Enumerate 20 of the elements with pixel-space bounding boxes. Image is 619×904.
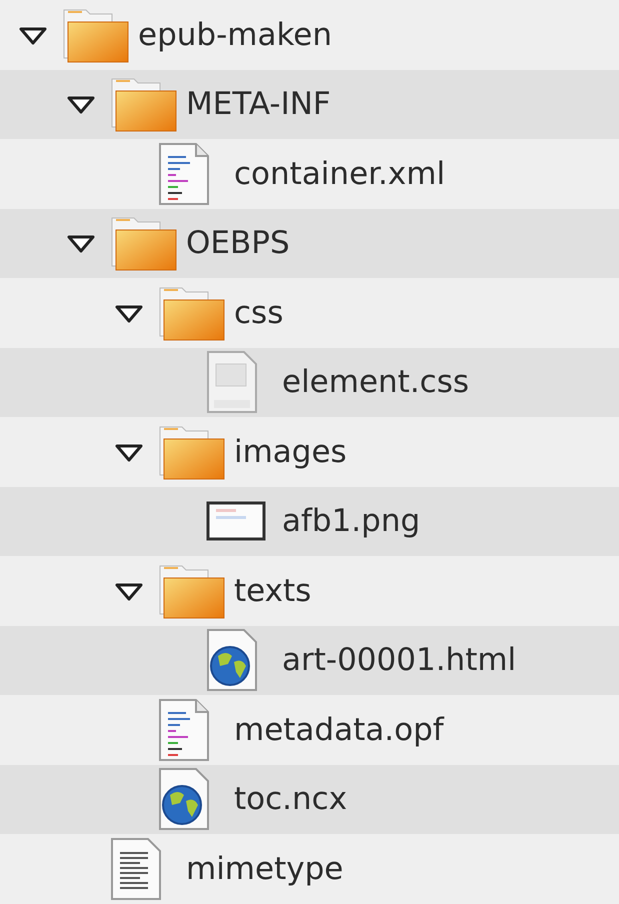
globe-file-icon [158, 767, 210, 832]
item-name[interactable]: toc.ncx [234, 781, 348, 818]
item-name[interactable]: OEBPS [186, 225, 290, 262]
image-file-icon [206, 499, 266, 544]
item-name[interactable]: art-00001.html [282, 642, 516, 678]
item-name[interactable]: texts [234, 572, 312, 609]
code-file-icon [158, 142, 210, 206]
item-name[interactable]: epub-maken [138, 16, 332, 53]
item-name[interactable]: element.css [282, 364, 470, 400]
item-name[interactable]: metadata.opf [234, 712, 444, 748]
stylesheet-file-icon [206, 350, 258, 414]
text-file-icon [110, 836, 162, 901]
item-name[interactable]: afb1.png [282, 503, 420, 540]
item-name[interactable]: META-INF [186, 86, 331, 122]
globe-file-icon [206, 628, 258, 692]
item-name[interactable]: images [234, 434, 347, 470]
code-file-icon [158, 698, 210, 762]
item-name[interactable]: mimetype [186, 850, 344, 887]
item-name[interactable]: css [234, 294, 284, 331]
item-name[interactable]: container.xml [234, 156, 446, 192]
